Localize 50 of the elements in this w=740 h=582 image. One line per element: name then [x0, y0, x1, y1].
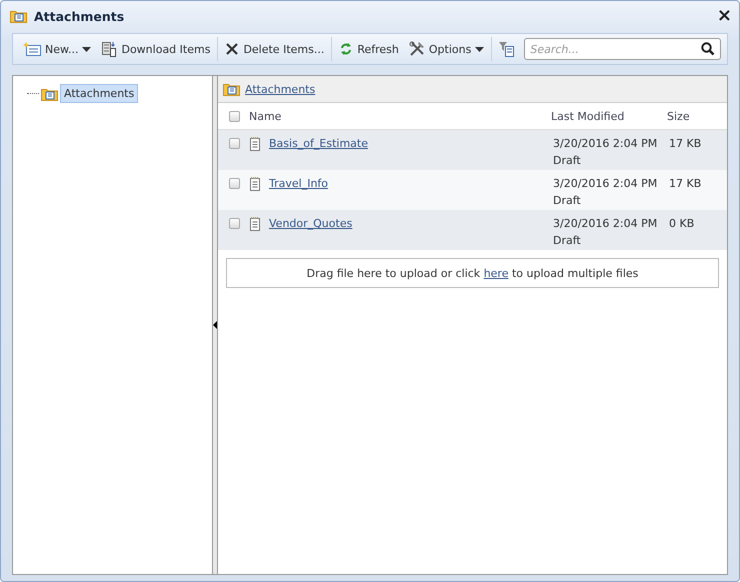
splitter-handle[interactable] [213, 76, 218, 574]
close-button[interactable]: × [714, 7, 734, 25]
modified-date: 3/20/2016 2:04 PM [553, 137, 658, 150]
row-checkbox[interactable] [229, 178, 240, 189]
delete-icon [225, 42, 240, 56]
file-link[interactable]: Travel_Info [269, 177, 328, 190]
toolbar-button[interactable]: New... [18, 37, 96, 61]
collapse-arrow-icon [213, 321, 217, 329]
file-link[interactable]: Basis_of_Estimate [269, 137, 368, 150]
file-row[interactable]: Vendor_Quotes 3/20/2016 2:04 PM Draft 0 KB [218, 210, 727, 250]
document-icon [249, 217, 261, 232]
file-size: 0 KB [668, 217, 694, 232]
search-icon [701, 42, 716, 56]
modified-date: 3/20/2016 2:04 PM [553, 177, 658, 190]
row-checkbox[interactable] [229, 138, 240, 149]
folder-icon [223, 82, 240, 96]
search-field[interactable]: Search... [524, 38, 722, 60]
upload-instructions: Drag file here to upload or click here to upload multiple files [306, 266, 638, 280]
file-row[interactable]: Travel_Info 3/20/2016 2:04 PM Draft 17 KB [218, 170, 727, 210]
folder-icon [10, 9, 27, 23]
new-document-icon [23, 42, 41, 56]
filter-icon [499, 41, 516, 57]
window-title: Attachments [34, 8, 124, 24]
refresh-icon [339, 42, 354, 56]
toolbar-button[interactable]: Download Items [96, 37, 216, 61]
file-row[interactable]: Basis_of_Estimate 3/20/2016 2:04 PM Draft 17 KB [218, 130, 727, 170]
upload-link[interactable]: here [484, 266, 508, 280]
server-document-icon [101, 41, 118, 57]
file-size: 17 KB [668, 137, 702, 152]
tools-icon [408, 41, 425, 57]
folder-icon [41, 86, 58, 100]
toolbar-button[interactable]: Delete Items... [220, 37, 330, 61]
row-checkbox[interactable] [229, 218, 240, 229]
column-header[interactable]: Size [667, 110, 690, 122]
column-header[interactable]: Name [249, 110, 551, 122]
tree-item[interactable]: Attachments [60, 84, 138, 103]
file-size: 17 KB [668, 177, 702, 192]
file-link[interactable]: Vendor_Quotes [269, 217, 352, 230]
select-all-checkbox[interactable] [229, 110, 240, 122]
document-icon [249, 137, 261, 152]
column-header[interactable]: Last Modified [551, 110, 667, 122]
breadcrumb-link[interactable]: Attachments [245, 82, 316, 96]
document-icon [249, 177, 261, 192]
upload-drop-zone[interactable]: Drag file here to upload or click here to upload multiple files [226, 258, 719, 288]
toolbar-button[interactable]: Refresh [334, 37, 404, 61]
status-text: Draft [553, 194, 582, 207]
modified-date: 3/20/2016 2:04 PM [553, 217, 658, 230]
status-text: Draft [553, 154, 582, 167]
status-text: Draft [553, 234, 582, 247]
toolbar-button[interactable]: Options [404, 37, 490, 61]
